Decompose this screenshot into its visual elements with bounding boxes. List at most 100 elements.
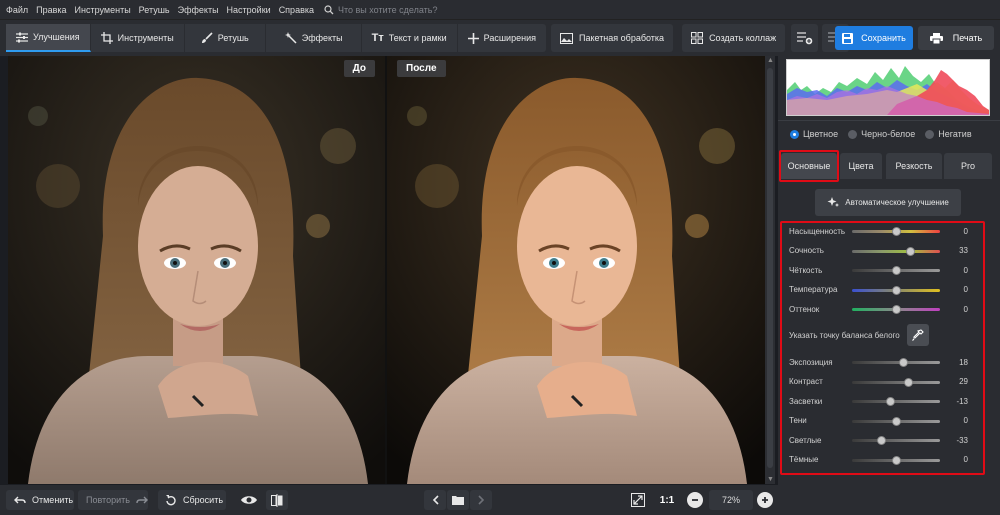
scroll-up-icon[interactable]: ▲ [767,57,774,64]
slider-thumb[interactable] [891,285,901,295]
prev-image-button[interactable] [424,490,446,510]
slider-thumb[interactable] [891,227,901,236]
slider-value: 18 [959,357,968,367]
auto-enhance-button[interactable]: Автоматическое улучшение [815,189,961,216]
image-stack-icon [559,32,573,44]
white-balance-picker-button[interactable] [907,324,929,346]
slider-thumb[interactable] [906,246,916,256]
mode-negative-label: Негатив [938,129,972,139]
mode-bw[interactable]: Черно-белое [848,129,915,139]
menu-settings[interactable]: Настройки [227,5,271,15]
reset-button[interactable]: Сбросить [158,490,226,510]
menu-edit[interactable]: Правка [36,5,66,15]
redo-button[interactable]: Повторить [78,490,148,510]
slider-thumb[interactable] [904,377,914,387]
slider-thumb[interactable] [885,397,895,406]
search-input[interactable] [338,4,478,15]
slider-thumb[interactable] [891,266,901,275]
add-preset-button[interactable] [791,24,819,52]
histogram-graph [787,66,989,115]
radio-bw[interactable] [848,129,858,139]
slider-track[interactable] [852,361,940,364]
after-label: После [397,60,446,77]
mode-color[interactable]: Цветное [790,129,838,139]
slider-value: 33 [959,246,968,255]
portrait-after-image [387,56,765,484]
zoom-in-button[interactable] [757,492,773,508]
scroll-down-icon[interactable]: ▼ [767,476,774,483]
actual-size-button[interactable]: 1:1 [654,490,680,510]
slider-row: Тёмные 0 [789,454,989,466]
tab-pro[interactable]: Pro [944,153,992,179]
image-canvas[interactable]: До После [8,56,765,484]
batch-processing-label: Пакетная обработка [578,33,665,43]
tab-basic[interactable]: Основные [781,153,837,179]
batch-processing-button[interactable]: Пакетная обработка [550,24,674,52]
compare-view-button[interactable] [266,490,288,510]
eye-icon [241,496,257,504]
radio-color[interactable] [790,129,799,139]
menu-file[interactable]: Файл [6,5,28,15]
save-button[interactable]: Сохранить [835,26,913,50]
next-image-button[interactable] [470,490,492,510]
slider-track[interactable] [852,380,940,384]
menu-effects[interactable]: Эффекты [178,5,219,15]
slider-thumb[interactable] [891,305,901,314]
menu-retouch[interactable]: Ретушь [139,5,170,15]
menu-tools[interactable]: Инструменты [75,5,131,15]
mode-negative[interactable]: Негатив [925,129,972,139]
zoom-level[interactable]: 72% [709,490,753,510]
open-folder-button[interactable] [447,490,469,510]
slider-thumb[interactable] [899,358,909,367]
fit-to-screen-button[interactable] [627,490,649,510]
sliders-icon [16,32,28,43]
adjustments-panel: Цветное Черно-белое Негатив Основные Цве… [778,56,1000,515]
create-collage-button[interactable]: Создать коллаж [682,24,786,52]
radio-negative[interactable] [925,129,935,139]
redo-icon [136,496,148,505]
tab-colors[interactable]: Цвета [840,153,882,179]
slider-track[interactable] [852,439,940,442]
plus-icon [467,32,479,44]
floppy-icon [842,32,854,44]
tab-sharpness[interactable]: Резкость [886,153,942,179]
tab-enhancements-label: Улучшения [33,32,80,42]
slider-row: Контраст 29 [789,376,989,388]
photo-after: После [387,56,765,484]
slider-label: Экспозиция [789,357,833,367]
split-view-icon [271,493,283,507]
menu-help[interactable]: Справка [279,5,314,15]
tab-retouch[interactable]: Ретушь [185,24,266,52]
before-label: До [343,60,375,77]
tab-effects[interactable]: Эффекты [266,24,362,52]
scroll-thumb[interactable] [767,68,773,468]
slider-row: Чёткость 0 [789,264,989,276]
print-button[interactable]: Печать [918,26,994,50]
list-add-icon [796,32,812,45]
slider-list: Насыщенность 0 Сочность 33 Чёткость 0 Температ… [778,221,1000,481]
tab-text-frames[interactable]: Tт Текст и рамки [362,24,458,52]
panel-tabs: Основные Цвета Резкость Pro [778,153,1000,181]
bottom-bar: Отменить Повторить Сбросить 1:1 72% [0,485,778,515]
tab-extensions[interactable]: Расширения [458,24,546,52]
slider-thumb[interactable] [891,455,901,465]
slider-value: 0 [963,455,968,464]
reset-icon [166,494,177,506]
slider-track[interactable] [852,400,940,403]
slider-label: Светлые [789,435,822,445]
tab-tools[interactable]: Инструменты [91,24,185,52]
undo-button[interactable]: Отменить [6,490,74,510]
slider-label: Температура [789,285,838,294]
slider-thumb[interactable] [876,436,886,445]
slider-row: Засветки -13 [789,395,989,407]
slider-row: Оттенок 0 [789,303,989,315]
zoom-out-button[interactable] [687,492,703,508]
slider-track[interactable] [852,249,940,253]
print-label: Печать [952,33,983,43]
slider-thumb[interactable] [891,416,901,426]
create-collage-label: Создать коллаж [709,33,777,43]
tab-enhancements[interactable]: Улучшения [6,24,91,52]
canvas-scrollbar[interactable]: ▲ ▼ [765,56,775,484]
slider-value: 29 [959,377,968,386]
preview-toggle-button[interactable] [238,490,260,510]
